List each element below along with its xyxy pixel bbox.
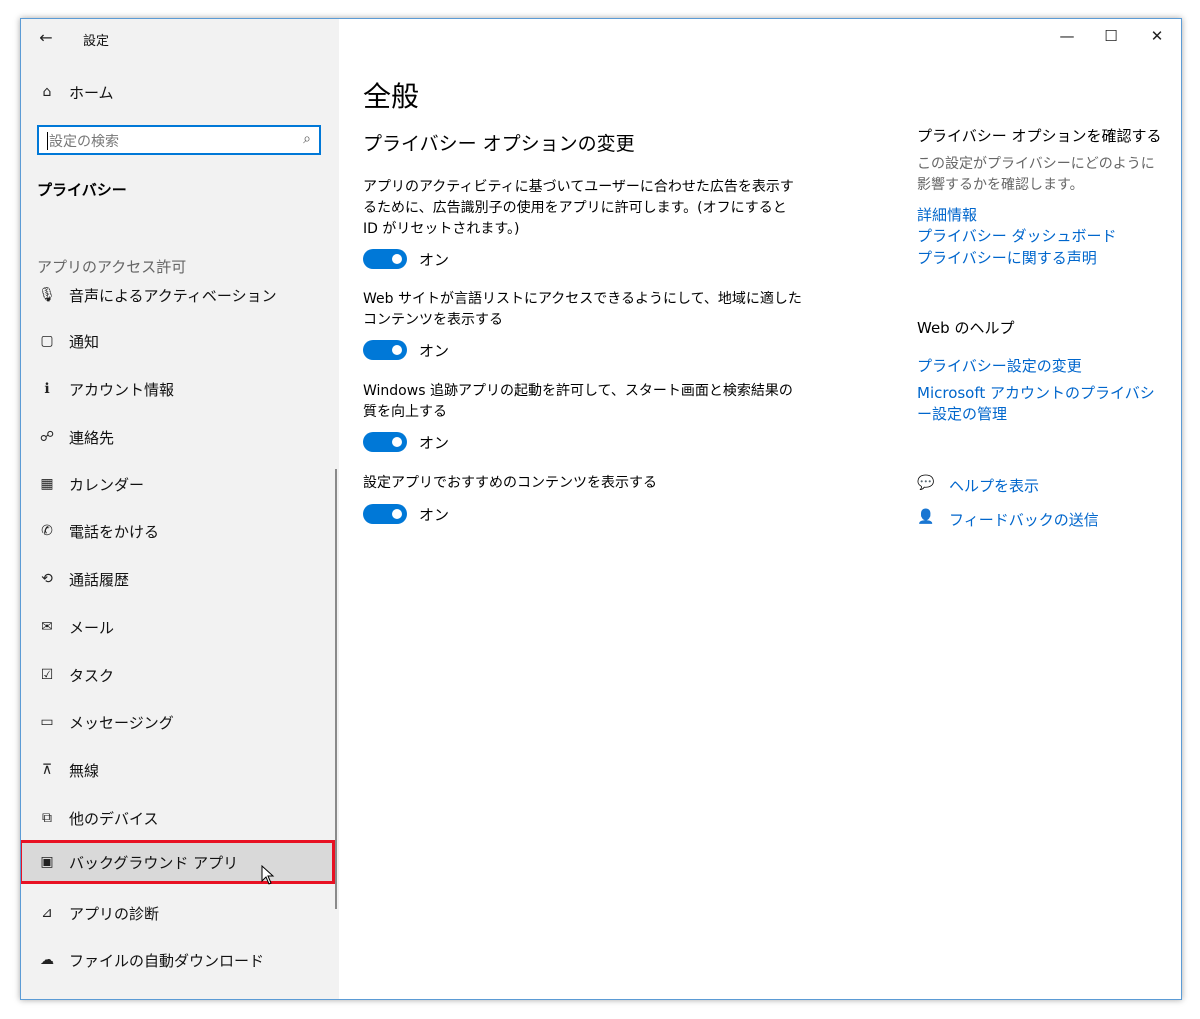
background-apps-icon: ▣ xyxy=(40,854,54,870)
link-send-feedback[interactable]: フィードバックの送信 xyxy=(949,509,1099,530)
mouse-cursor-icon xyxy=(261,865,275,885)
setting-description-suggested: 設定アプリでおすすめのコンテンツを表示する xyxy=(363,475,657,491)
link-privacy-statement[interactable]: プライバシーに関する声明 xyxy=(917,247,1097,268)
sidebar: ← 設定 ⌂ ホーム ⌕ プライバシー アプリのアクセス許可 🎙 音声によるアク… xyxy=(21,19,339,999)
sidebar-item-label: アプリの診断 xyxy=(69,904,160,923)
cloud-icon: ☁ xyxy=(40,952,54,968)
toggle-ads-label: オン xyxy=(419,251,450,269)
notification-icon: ▢ xyxy=(40,333,54,349)
minimize-icon[interactable]: — xyxy=(1055,27,1079,45)
title-bar-left: ← 設定 xyxy=(21,19,339,57)
diagnostics-icon: ⊿ xyxy=(41,905,53,921)
settings-window: ← 設定 ⌂ ホーム ⌕ プライバシー アプリのアクセス許可 🎙 音声によるアク… xyxy=(20,18,1182,1000)
sidebar-item-label: 音声によるアクティベーション xyxy=(69,286,277,305)
section-title: プライバシー オプションの変更 xyxy=(363,133,635,155)
sidebar-item-label: メール xyxy=(69,618,115,637)
get-help-icon: 💬 xyxy=(917,475,935,491)
sidebar-item-label: カレンダー xyxy=(69,475,145,494)
devices-icon: ⧉ xyxy=(42,810,52,826)
sidebar-item-label: メッセージング xyxy=(69,713,174,732)
page-title: 全般 xyxy=(363,80,420,113)
setting-description-language: Web サイトが言語リストにアクセスできるようにして、地域に適したコンテンツを表… xyxy=(363,291,802,328)
toggle-knob xyxy=(392,345,402,355)
toggle-knob xyxy=(392,437,402,447)
sidebar-item-contacts[interactable]: ☍ 連絡先 xyxy=(21,415,339,459)
toggle-knob xyxy=(392,509,402,519)
back-arrow-icon[interactable]: ← xyxy=(33,25,59,51)
phone-icon: ✆ xyxy=(41,523,53,539)
category-heading: プライバシー xyxy=(37,181,127,199)
sidebar-item-email[interactable]: ✉ メール xyxy=(21,605,339,649)
radio-antenna-icon: ⊼ xyxy=(41,762,53,778)
history-icon: ⟲ xyxy=(41,571,53,587)
maximize-icon[interactable]: ☐ xyxy=(1099,27,1123,45)
app-title: 設定 xyxy=(83,34,110,49)
sidebar-item-other-devices[interactable]: ⧉ 他のデバイス xyxy=(21,796,339,840)
link-microsoft-account-privacy[interactable]: Microsoft アカウントのプライバシー設定の管理 xyxy=(917,383,1157,425)
toggle-tracking-label: オン xyxy=(419,434,450,452)
toggle-knob xyxy=(392,254,402,264)
sidebar-item-label: 通知 xyxy=(69,332,100,351)
contacts-icon: ☍ xyxy=(39,429,55,445)
account-info-icon: ℹ xyxy=(44,381,50,397)
calendar-icon: ▦ xyxy=(40,476,54,492)
feedback-icon: 👤 xyxy=(917,509,935,525)
nav-home[interactable]: ⌂ ホーム xyxy=(21,70,339,114)
sidebar-item-auto-file-downloads[interactable]: ☁ ファイルの自動ダウンロード xyxy=(21,938,339,982)
setting-description-tracking: Windows 追跡アプリの起動を許可して、スタート画面と検索結果の質を向上する xyxy=(363,383,793,420)
sidebar-item-label: アカウント情報 xyxy=(69,380,175,399)
microphone-icon: 🎙 xyxy=(38,287,56,303)
privacy-options-heading: プライバシー オプションを確認する xyxy=(917,127,1162,145)
nav-home-label: ホーム xyxy=(69,83,114,102)
link-privacy-dashboard[interactable]: プライバシー ダッシュボード xyxy=(917,225,1116,246)
sidebar-item-voice-activation[interactable]: 🎙 音声によるアクティベーション xyxy=(21,273,339,317)
link-change-privacy-settings[interactable]: プライバシー設定の変更 xyxy=(917,355,1082,376)
link-get-help[interactable]: ヘルプを表示 xyxy=(949,475,1039,496)
sidebar-item-label: 他のデバイス xyxy=(69,809,159,828)
main-content: — ☐ ✕ 全般 プライバシー オプションの変更 アプリのアクティビティに基づい… xyxy=(339,19,1181,999)
toggle-language[interactable] xyxy=(363,340,407,360)
search-box[interactable]: ⌕ xyxy=(37,125,321,155)
toggle-ads[interactable] xyxy=(363,249,407,269)
toggle-suggested[interactable] xyxy=(363,504,407,524)
sidebar-item-background-apps[interactable]: ▣ バックグラウンド アプリ xyxy=(21,840,339,884)
toggle-suggested-label: オン xyxy=(419,506,450,524)
sidebar-item-label: バックグラウンド アプリ xyxy=(69,853,239,872)
sidebar-item-label: 電話をかける xyxy=(69,522,160,541)
sidebar-scrollbar[interactable] xyxy=(335,469,337,909)
privacy-options-description: この設定がプライバシーにどのように影響するかを確認します。 xyxy=(917,156,1155,193)
tasks-icon: ☑ xyxy=(40,667,54,683)
toggle-language-label: オン xyxy=(419,342,450,360)
mail-icon: ✉ xyxy=(41,619,53,635)
sidebar-item-radios[interactable]: ⊼ 無線 xyxy=(21,748,339,792)
search-icon[interactable]: ⌕ xyxy=(303,131,311,147)
sidebar-item-label: 無線 xyxy=(69,761,100,780)
sidebar-item-label: タスク xyxy=(69,666,115,685)
sidebar-item-label: 通話履歴 xyxy=(69,570,130,589)
sidebar-item-phone-calls[interactable]: ✆ 電話をかける xyxy=(21,509,339,553)
sidebar-item-call-history[interactable]: ⟲ 通話履歴 xyxy=(21,557,339,601)
sidebar-item-label: 連絡先 xyxy=(69,428,115,447)
sidebar-item-calendar[interactable]: ▦ カレンダー xyxy=(21,462,339,506)
message-icon: ▭ xyxy=(40,714,54,730)
sidebar-item-app-diagnostics[interactable]: ⊿ アプリの診断 xyxy=(21,891,339,935)
sidebar-item-account-info[interactable]: ℹ アカウント情報 xyxy=(21,367,339,411)
link-more-info[interactable]: 詳細情報 xyxy=(917,204,977,225)
sidebar-item-label: ファイルの自動ダウンロード xyxy=(69,951,265,970)
sidebar-item-notifications[interactable]: ▢ 通知 xyxy=(21,319,339,363)
search-input[interactable] xyxy=(47,131,291,153)
close-icon[interactable]: ✕ xyxy=(1145,27,1169,45)
sidebar-item-tasks[interactable]: ☑ タスク xyxy=(21,653,339,697)
web-help-heading: Web のヘルプ xyxy=(917,319,1015,337)
home-icon: ⌂ xyxy=(42,84,52,100)
setting-description-ads: アプリのアクティビティに基づいてユーザーに合わせた広告を表示するために、広告識別… xyxy=(363,179,794,237)
sidebar-item-messaging[interactable]: ▭ メッセージング xyxy=(21,700,339,744)
toggle-tracking[interactable] xyxy=(363,432,407,452)
